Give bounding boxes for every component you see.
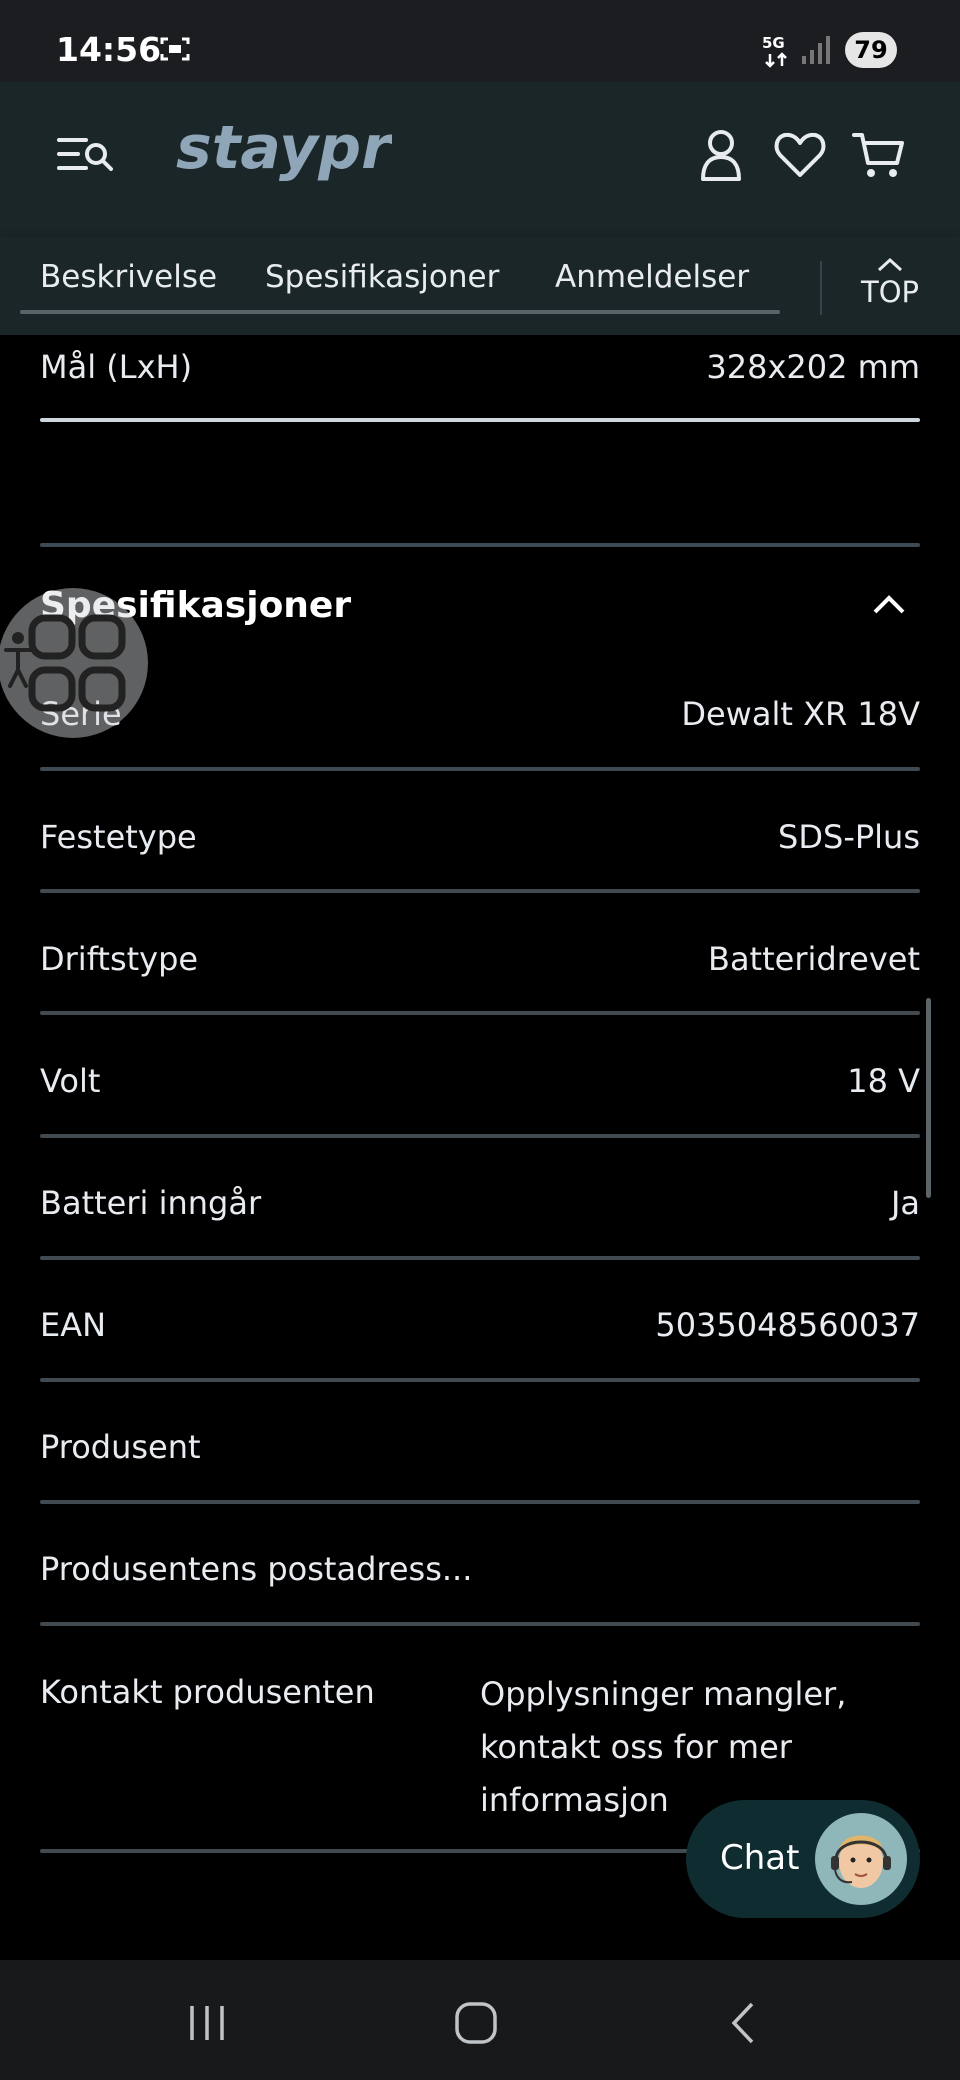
spec-row-dimensions: Mål (LxH) 328x202 mm bbox=[40, 348, 920, 392]
spec-value: Batteridrevet bbox=[707, 940, 920, 978]
logo-text: staypro bbox=[176, 113, 392, 183]
menu-search-icon[interactable] bbox=[56, 132, 116, 178]
cart-icon[interactable] bbox=[851, 127, 907, 183]
heart-icon[interactable] bbox=[772, 127, 828, 183]
tab-divider bbox=[820, 261, 822, 315]
tab-scroll-track bbox=[20, 310, 780, 314]
spec-label: Produsent bbox=[40, 1428, 201, 1466]
chat-button[interactable]: Chat bbox=[686, 1800, 920, 1918]
spec-label: Mål (LxH) bbox=[40, 348, 193, 386]
spec-row: Produsent bbox=[40, 1428, 920, 1472]
row-divider bbox=[40, 1378, 920, 1382]
spec-value: 5035048560037 bbox=[655, 1306, 920, 1344]
spec-value: Dewalt XR 18V bbox=[681, 695, 920, 733]
spec-row: Batteri inngår Ja bbox=[40, 1184, 920, 1228]
accessibility-icon[interactable] bbox=[0, 588, 150, 738]
spec-value: SDS-Plus bbox=[778, 818, 920, 856]
spec-row: Festetype SDS-Plus bbox=[40, 818, 920, 862]
spec-label: Batteri inngår bbox=[40, 1184, 262, 1222]
spec-label: Kontakt produsenten bbox=[40, 1673, 375, 1711]
spec-label: Volt bbox=[40, 1062, 101, 1100]
recent-apps-icon[interactable] bbox=[182, 1998, 232, 2048]
scrollbar-thumb[interactable] bbox=[926, 998, 931, 1198]
row-divider bbox=[40, 1134, 920, 1138]
section-tab-bar: Beskrivelse Spesifikasjoner Anmeldelser … bbox=[0, 237, 960, 335]
signal-icon bbox=[802, 36, 830, 64]
row-divider bbox=[40, 1011, 920, 1015]
spec-section-header[interactable]: Spesifikasjoner bbox=[40, 585, 920, 635]
spec-label: EAN bbox=[40, 1306, 107, 1344]
tab-spesifikasjoner[interactable]: Spesifikasjoner bbox=[265, 259, 499, 295]
user-icon[interactable] bbox=[693, 127, 749, 183]
tab-beskrivelse[interactable]: Beskrivelse bbox=[40, 259, 217, 295]
row-divider bbox=[40, 889, 920, 893]
spec-label: Produsentens postadress... bbox=[40, 1550, 473, 1588]
spec-value: 328x202 mm bbox=[706, 348, 920, 386]
spec-row: Driftstype Batteridrevet bbox=[40, 940, 920, 984]
row-divider bbox=[40, 1500, 920, 1504]
spec-row: EAN 5035048560037 bbox=[40, 1306, 920, 1350]
row-divider bbox=[40, 767, 920, 771]
row-divider bbox=[40, 1256, 920, 1260]
spec-label: Driftstype bbox=[40, 940, 199, 978]
spec-value: 18 V bbox=[847, 1062, 920, 1100]
spec-row: Produsentens postadress... bbox=[40, 1550, 920, 1594]
spec-row: Volt 18 V bbox=[40, 1062, 920, 1106]
chat-agent-avatar bbox=[815, 1813, 907, 1905]
staypro-logo[interactable]: staypro bbox=[172, 112, 392, 192]
back-to-top-button[interactable]: TOP bbox=[850, 245, 930, 325]
network-5g-label: 5G bbox=[762, 34, 785, 52]
row-divider bbox=[40, 1622, 920, 1626]
chevron-up-icon bbox=[877, 257, 903, 272]
spec-label: Festetype bbox=[40, 818, 197, 856]
site-header: staypro bbox=[0, 82, 960, 237]
section-divider bbox=[40, 543, 920, 547]
battery-indicator: 79 bbox=[845, 32, 897, 68]
home-icon[interactable] bbox=[451, 1998, 501, 2048]
tab-anmeldelser[interactable]: Anmeldelser bbox=[555, 259, 749, 295]
status-time: 14:56 bbox=[56, 30, 162, 69]
back-icon[interactable] bbox=[720, 1998, 770, 2048]
chevron-up-icon bbox=[873, 595, 905, 614]
top-label: TOP bbox=[860, 275, 920, 309]
chat-label: Chat bbox=[720, 1838, 800, 1878]
section-divider-strong bbox=[40, 418, 920, 422]
system-nav-bar bbox=[0, 1960, 960, 2080]
network-5g-icon: 5G bbox=[762, 34, 787, 68]
spec-row: Serie Dewalt XR 18V bbox=[40, 695, 920, 739]
status-bar: 14:56 5G 79 bbox=[0, 0, 960, 82]
spec-value: Ja bbox=[890, 1184, 920, 1222]
screenshot-icon bbox=[160, 37, 190, 61]
